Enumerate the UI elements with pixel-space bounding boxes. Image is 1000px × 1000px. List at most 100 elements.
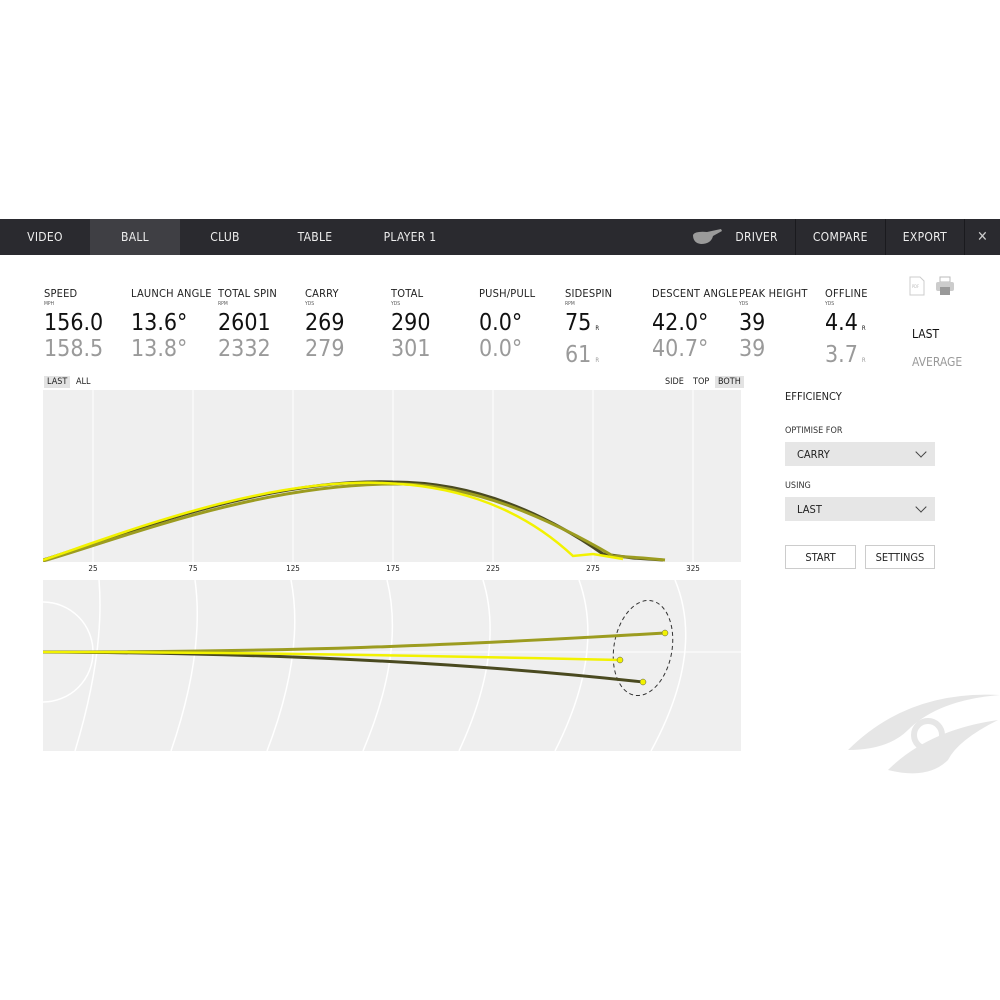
stat-average-value: 2332: [218, 336, 271, 362]
stat-descent-angle: DESCENT ANGLE 42.0° 40.7°: [652, 287, 738, 362]
trajectory-mid: [42, 482, 666, 563]
stat-unit: [479, 301, 535, 308]
using-value: LAST: [797, 502, 822, 516]
stat-label: LAUNCH ANGLE: [131, 287, 212, 300]
stat-unit: [131, 301, 212, 308]
svg-text:PDF: PDF: [912, 284, 919, 289]
stat-push-pull: PUSH/PULL 0.0° 0.0°: [479, 287, 535, 362]
x-tick-label: 75: [188, 564, 198, 573]
filter-all[interactable]: ALL: [73, 376, 94, 388]
landing-point: [639, 678, 647, 686]
stat-average-value: 301: [391, 336, 431, 362]
export-icons: PDF: [909, 276, 954, 296]
optimise-select[interactable]: CARRY: [785, 442, 935, 466]
pdf-icon[interactable]: PDF: [909, 276, 925, 296]
side-view-chart: [42, 390, 741, 563]
direction-suffix: R: [861, 357, 866, 364]
close-button[interactable]: ✕: [964, 219, 1000, 255]
settings-button[interactable]: SETTINGS: [865, 545, 935, 569]
stat-label: PEAK HEIGHT: [739, 287, 808, 300]
using-select[interactable]: LAST: [785, 497, 935, 521]
stat-unit: YDS: [825, 301, 835, 307]
stat-peak-height: PEAK HEIGHT YDS 39 39: [739, 287, 808, 362]
export-button[interactable]: EXPORT: [884, 219, 964, 255]
tab-ball[interactable]: BALL: [90, 219, 180, 255]
stat-last-value: 290: [391, 310, 431, 336]
stat-label: TOTAL: [391, 287, 424, 300]
club-selector[interactable]: DRIVER: [674, 219, 795, 255]
efficiency-title: EFFICIENCY: [785, 390, 842, 403]
x-tick-label: 175: [386, 564, 400, 573]
top-view-chart: [0, 579, 741, 752]
stat-label: DESCENT ANGLE: [652, 287, 739, 300]
logo-icon: [848, 694, 1000, 774]
view-side[interactable]: SIDE: [662, 376, 687, 388]
club-label: DRIVER: [735, 230, 778, 244]
tab-club[interactable]: CLUB: [180, 219, 270, 255]
stat-label: SPEED: [44, 287, 78, 300]
view-top[interactable]: TOP: [690, 376, 712, 388]
path-mid: [42, 631, 666, 654]
stat-last-value: 39: [739, 310, 766, 336]
stat-average-value: 3.7 R: [825, 342, 866, 368]
x-tick-label: 325: [686, 564, 700, 573]
stat-unit: YDS: [739, 301, 749, 307]
stat-average-value: 0.0°: [479, 336, 523, 362]
direction-suffix: R: [861, 325, 866, 332]
stat-average-value: 40.7°: [652, 336, 709, 362]
top-nav: VIDEO BALL CLUB TABLE PLAYER 1 DRIVER CO…: [0, 219, 1000, 255]
tab-player[interactable]: PLAYER 1: [360, 219, 460, 255]
using-label: USING: [785, 481, 811, 491]
view-both[interactable]: BOTH: [715, 376, 744, 388]
direction-suffix: R: [595, 357, 600, 364]
landing-point: [661, 629, 669, 637]
stat-unit: YDS: [391, 301, 401, 307]
landing-point: [616, 656, 624, 664]
start-button[interactable]: START: [785, 545, 856, 569]
chevron-down-icon: [915, 446, 927, 458]
stat-average-value: 39: [739, 336, 766, 362]
trajectory-dark: [42, 480, 664, 562]
tab-video[interactable]: VIDEO: [0, 219, 90, 255]
distance-arc: [74, 579, 101, 752]
stat-last-value: 75 R: [565, 310, 600, 336]
stat-average-value: 158.5: [44, 336, 104, 362]
stat-unit: MPH: [44, 301, 54, 307]
stat-total-spin: TOTAL SPIN RPM 2601 2332: [218, 287, 277, 362]
stat-carry: CARRY YDS 269 279: [305, 287, 345, 362]
stat-label: OFFLINE: [825, 287, 868, 300]
x-tick-label: 225: [486, 564, 500, 573]
stat-average-value: 279: [305, 336, 345, 362]
stat-label: CARRY: [305, 287, 339, 300]
stat-last-value: 0.0°: [479, 310, 523, 336]
path-dark: [42, 650, 644, 684]
stat-last-value: 156.0: [44, 310, 104, 336]
stat-label: TOTAL SPIN: [218, 287, 278, 300]
x-tick-label: 125: [286, 564, 300, 573]
stat-total: TOTAL YDS 290 301: [391, 287, 431, 362]
distance-arc: [650, 579, 687, 752]
trajectory-last: [42, 481, 624, 562]
stat-sidespin: SIDESPIN RPM 75 R 61 R: [565, 287, 612, 374]
distance-arc: [554, 579, 589, 752]
stat-unit: RPM: [218, 301, 228, 307]
compare-button[interactable]: COMPARE: [794, 219, 885, 255]
distance-arc: [266, 579, 296, 752]
print-icon[interactable]: [936, 276, 954, 295]
row-label-last: LAST: [912, 327, 940, 341]
stat-last-value: 42.0°: [652, 310, 709, 336]
stat-unit: [652, 301, 738, 308]
stat-unit: RPM: [565, 301, 575, 307]
optimise-value: CARRY: [797, 447, 830, 461]
distance-arc: [170, 579, 199, 752]
filter-last[interactable]: LAST: [44, 376, 71, 388]
optimise-label: OPTIMISE FOR: [785, 426, 843, 436]
tab-table[interactable]: TABLE: [270, 219, 360, 255]
stat-launch-angle: LAUNCH ANGLE 13.6° 13.8°: [131, 287, 212, 362]
stat-last-value: 4.4 R: [825, 310, 866, 336]
row-label-average: AVERAGE: [912, 355, 963, 369]
stat-label: SIDESPIN: [565, 287, 613, 300]
stat-unit: YDS: [305, 301, 315, 307]
direction-suffix: R: [595, 325, 600, 332]
stat-average-value: 13.8°: [131, 336, 188, 362]
